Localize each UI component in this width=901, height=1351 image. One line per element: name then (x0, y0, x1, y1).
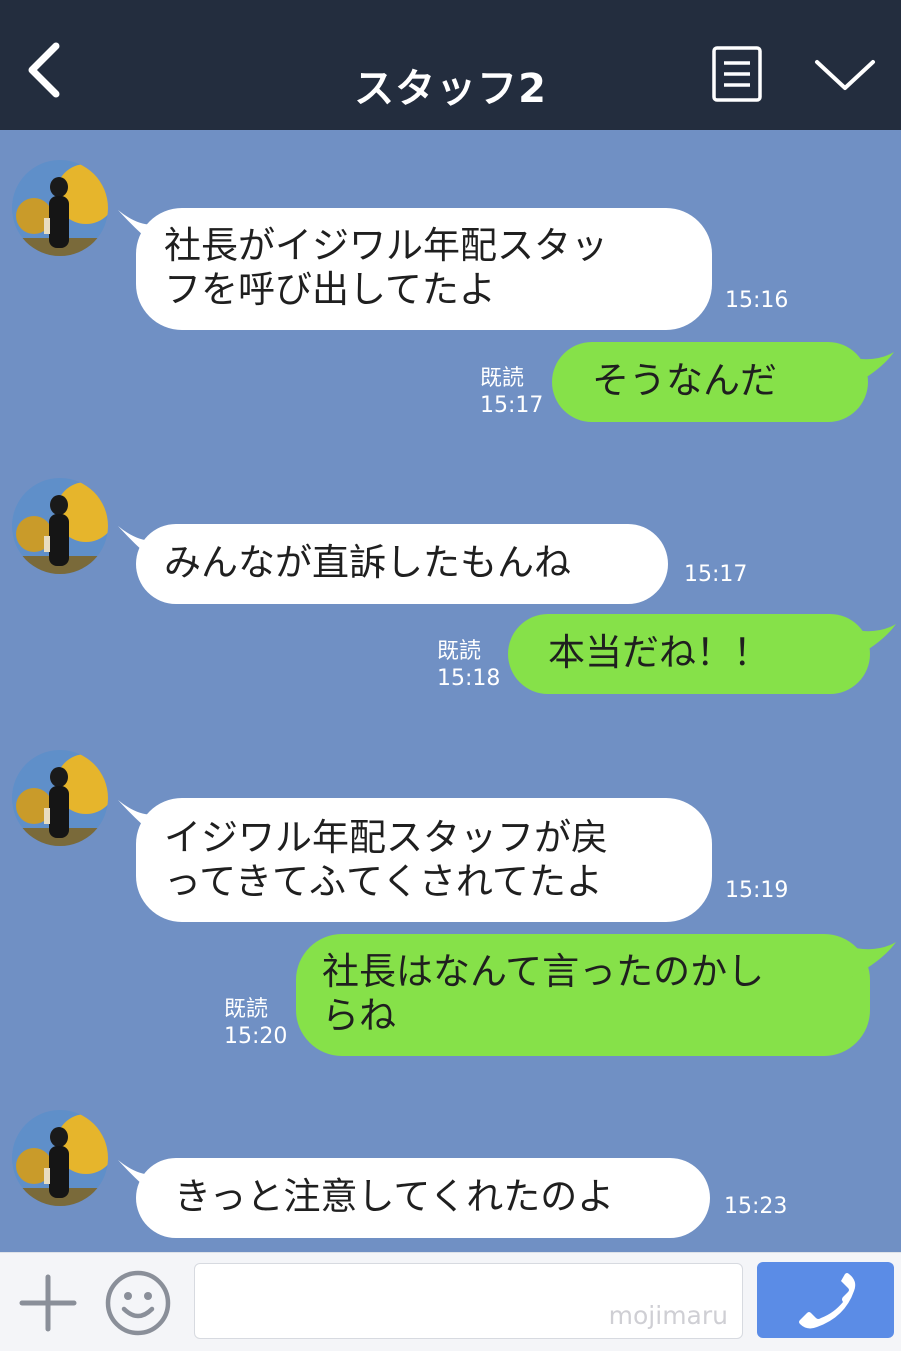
message-text: みんなが直訴したもんね (164, 541, 571, 584)
chat-header: スタッフ2 (0, 0, 901, 130)
avatar[interactable] (12, 1110, 108, 1206)
watermark-text: mojimaru (608, 1301, 728, 1330)
message-text: フを呼び出してたよ (164, 268, 496, 311)
avatar-image (12, 160, 108, 256)
avatar-image (12, 750, 108, 846)
message-bubble-outgoing[interactable]: 社長はなんて言ったのかし らね (296, 934, 870, 1056)
avatar[interactable] (12, 750, 108, 846)
message-text: 社長がイジワル年配スタッ (164, 224, 608, 267)
message-bubble-outgoing[interactable]: 本当だね！！ (508, 614, 870, 694)
message-meta: 既読 15:20 (224, 996, 287, 1050)
message-bubble-incoming[interactable]: きっと注意してくれたのよ (136, 1158, 710, 1238)
message-time: 15:18 (437, 666, 501, 691)
message-bubble-incoming[interactable]: みんなが直訴したもんね (136, 524, 668, 604)
message-time: 15:20 (224, 1024, 288, 1049)
message-meta: 既読 15:18 (437, 638, 500, 692)
message-bubble-incoming[interactable]: 社長がイジワル年配スタッ フを呼び出してたよ (136, 208, 712, 330)
send-button[interactable] (757, 1262, 894, 1338)
add-button[interactable] (18, 1273, 78, 1333)
avatar[interactable] (12, 478, 108, 574)
message-time: 15:16 (725, 288, 789, 313)
message-bubble-incoming[interactable]: イジワル年配スタッフが戻 ってきてふてくされてたよ (136, 798, 712, 922)
read-receipt: 既読 (480, 366, 525, 391)
message-text: きっと注意してくれたのよ (174, 1175, 615, 1218)
avatar[interactable] (12, 160, 108, 256)
smiley-icon (105, 1270, 171, 1336)
collapse-button[interactable] (812, 54, 878, 96)
avatar-image (12, 1110, 108, 1206)
bubble-tail (846, 942, 896, 980)
input-bar: mojimaru (0, 1252, 901, 1351)
message-text: 本当だね！！ (548, 631, 770, 674)
message-bubble-outgoing[interactable]: そうなんだ (552, 342, 868, 422)
message-text: イジワル年配スタッフが戻 (164, 816, 608, 859)
menu-list-icon (712, 46, 762, 102)
bubble-tail (844, 352, 894, 390)
message-text: ってきてふてくされてたよ (164, 860, 603, 903)
chevron-down-icon (815, 60, 875, 90)
message-text: そうなんだ (592, 359, 777, 402)
menu-button[interactable] (710, 44, 766, 102)
message-text: 社長はなんて言ったのかし (322, 950, 765, 993)
bubble-tail (846, 624, 896, 662)
plus-icon (19, 1274, 77, 1332)
read-receipt: 既読 (224, 997, 269, 1022)
avatar-image (12, 478, 108, 574)
message-input[interactable]: mojimaru (194, 1263, 743, 1339)
phone-icon (799, 1273, 856, 1329)
message-text: らね (322, 994, 396, 1037)
message-time: 15:17 (684, 562, 748, 587)
message-list[interactable]: 社長がイジワル年配スタッ フを呼び出してたよ 15:16 既読 15:17 そう… (0, 130, 901, 1252)
message-time: 15:23 (724, 1194, 788, 1219)
read-receipt: 既読 (437, 639, 482, 664)
message-time: 15:17 (480, 393, 544, 418)
message-meta: 既読 15:17 (480, 365, 543, 419)
sticker-button[interactable] (104, 1269, 172, 1337)
message-time: 15:19 (725, 878, 789, 903)
